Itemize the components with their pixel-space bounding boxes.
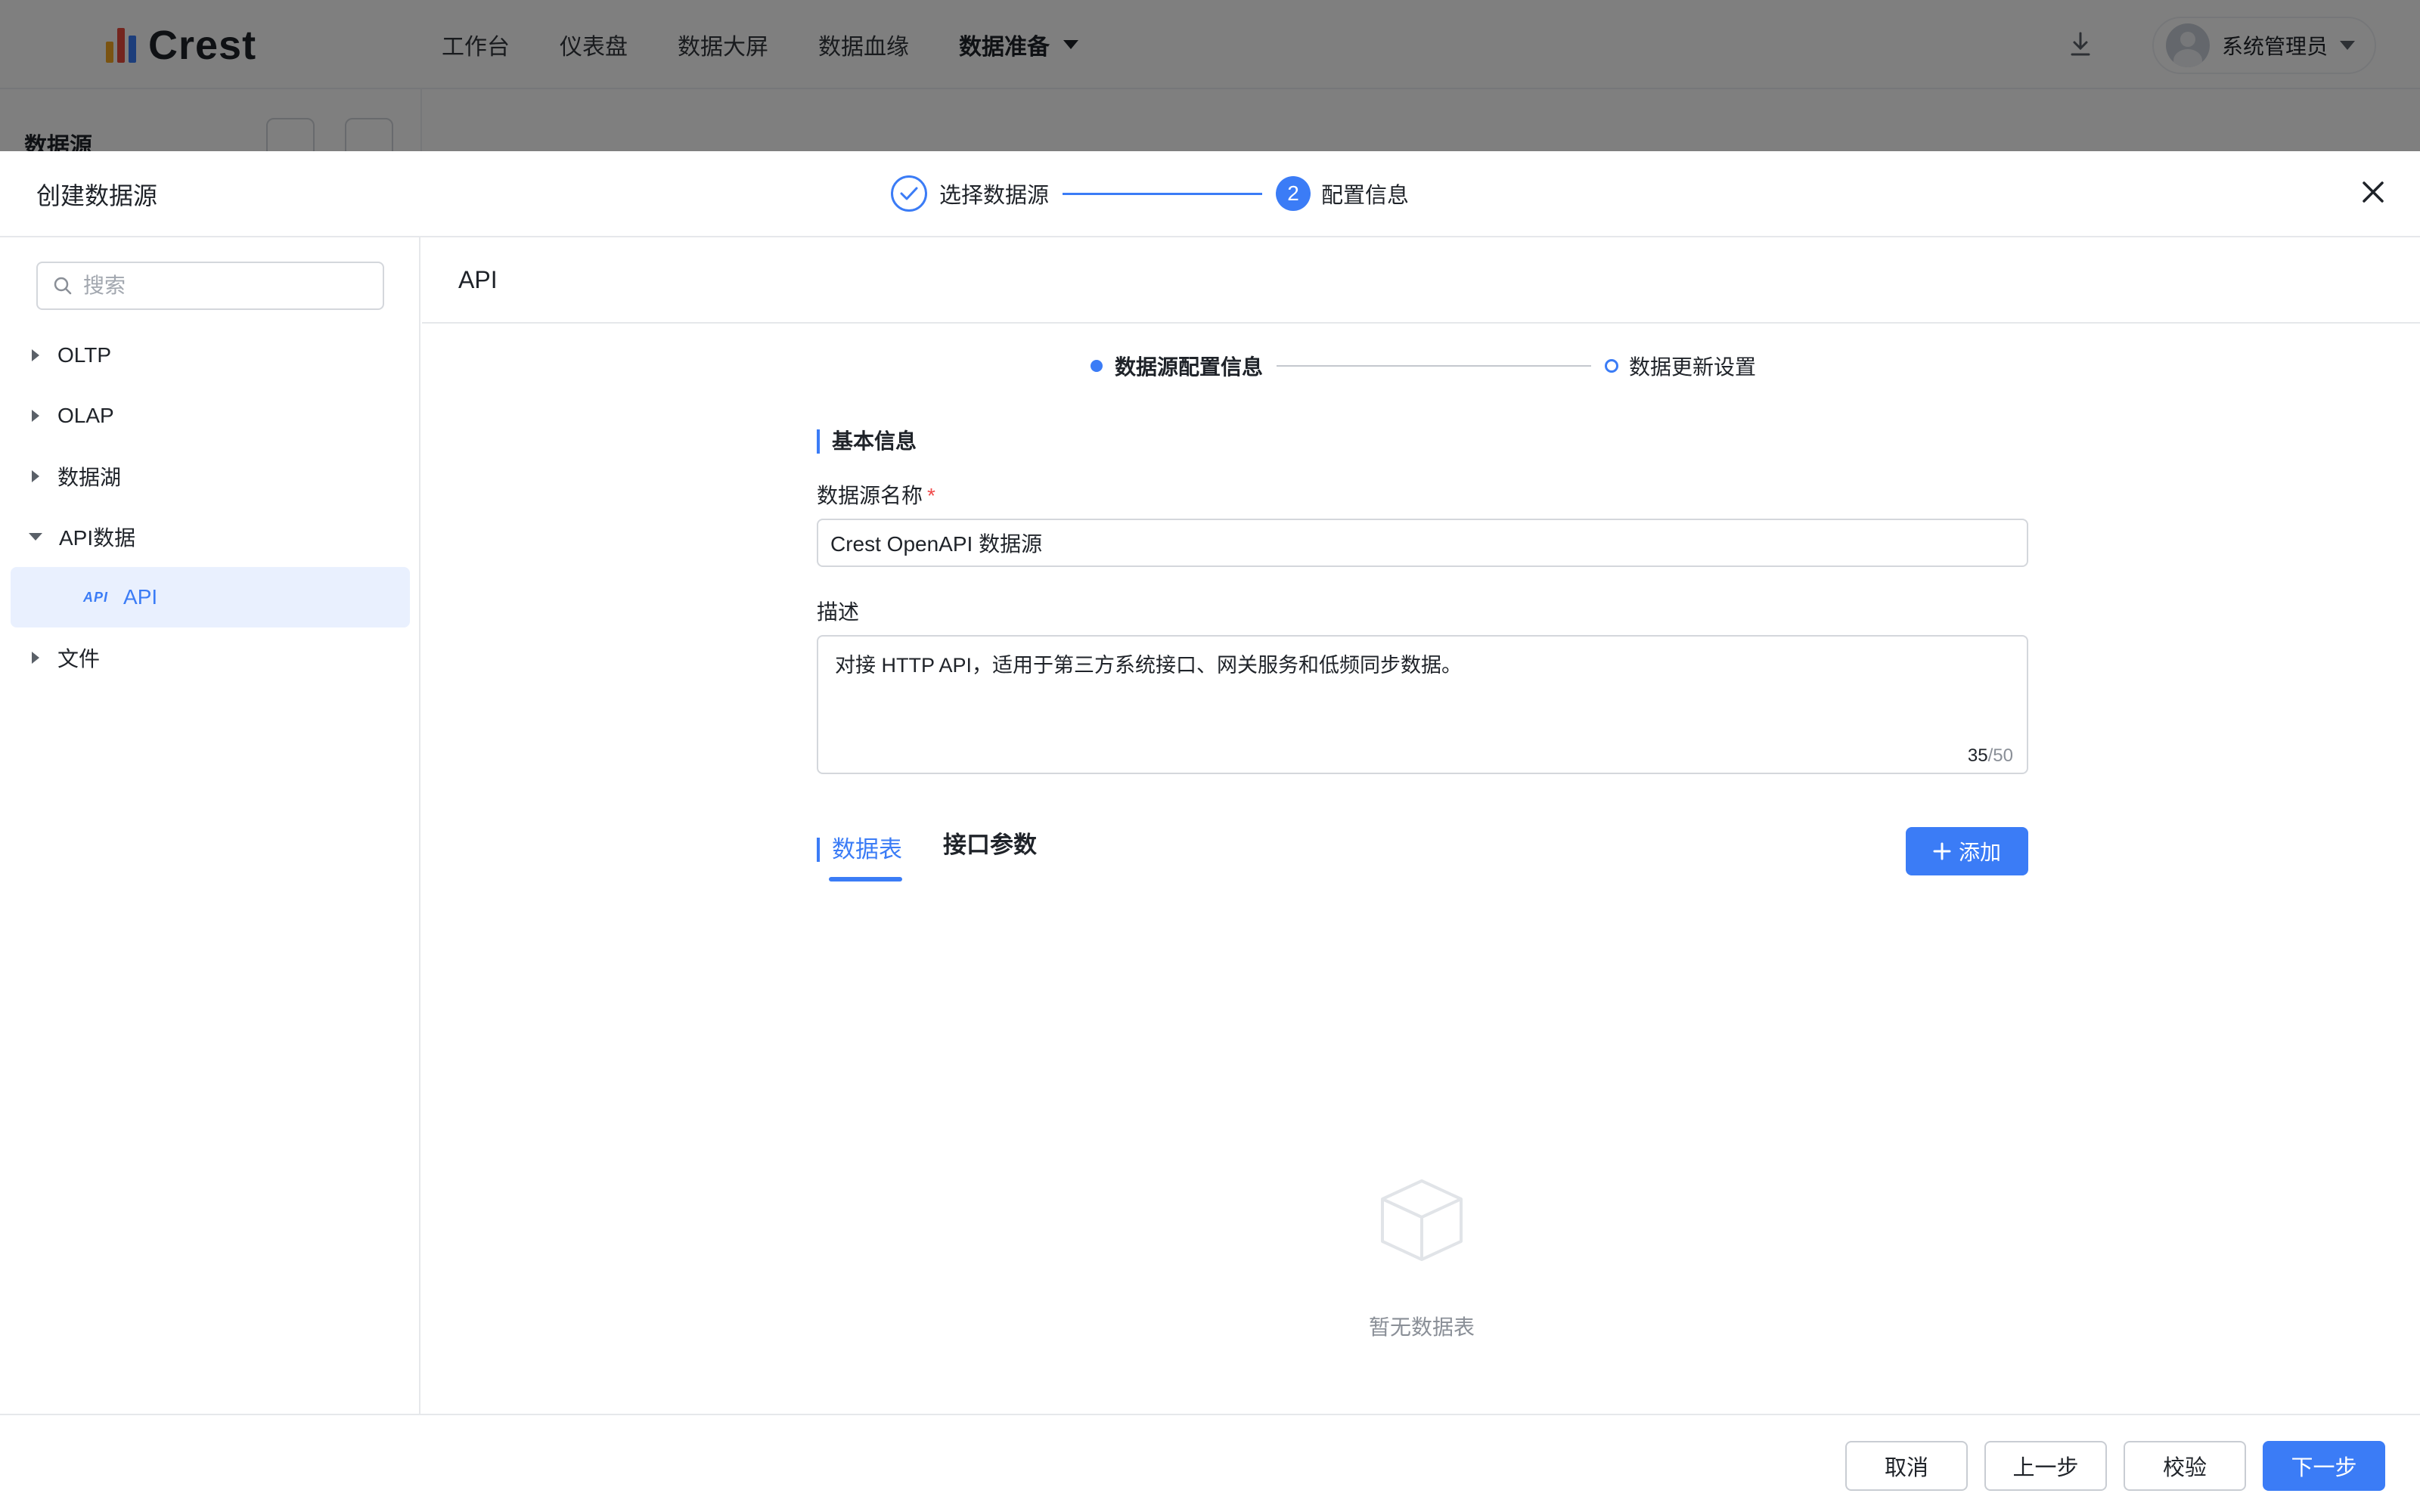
step-dot-pending <box>1605 359 1619 373</box>
verify-button[interactable]: 校验 <box>2124 1441 2246 1491</box>
description-textarea[interactable]: 对接 HTTP API，适用于第三方系统接口、网关服务和低频同步数据。 <box>818 637 2027 742</box>
config-panel: API 数据源配置信息 数据更新设置 基本信息 数据源名称* 描述 对接 HTT… <box>422 237 2420 1414</box>
tree-item-olap[interactable]: OLAP <box>11 386 410 446</box>
step-number-badge: 2 <box>1276 176 1311 211</box>
prev-step-button[interactable]: 上一步 <box>1984 1441 2107 1491</box>
datasource-name-input[interactable] <box>817 519 2028 567</box>
search-input[interactable] <box>83 274 371 298</box>
tree-item-api[interactable]: API API <box>11 567 410 627</box>
config-substeps: 数据源配置信息 数据更新设置 <box>1091 351 1756 381</box>
char-max: /50 <box>1987 745 2013 766</box>
tree-item-label: API数据 <box>59 526 136 550</box>
tree-item-label: API <box>123 585 158 609</box>
step-select-datasource: 选择数据源 <box>939 184 1050 208</box>
drawer-header: 创建数据源 选择数据源 2 配置信息 <box>0 151 2420 237</box>
tree-item-api-data[interactable]: API数据 <box>11 507 410 567</box>
substep-update-settings[interactable]: 数据更新设置 <box>1629 351 1756 381</box>
add-table-button[interactable]: 添加 <box>1906 827 2028 875</box>
caret-right-icon <box>32 470 39 482</box>
drawer-title: 创建数据源 <box>36 182 158 209</box>
empty-state-text: 暂无数据表 <box>1368 1315 1475 1339</box>
step-config-info: 配置信息 <box>1321 184 1410 208</box>
tree-item-label: OLTP <box>57 343 112 367</box>
search-box[interactable] <box>36 262 384 310</box>
empty-box-icon <box>1381 1179 1463 1261</box>
tree-item-label: 文件 <box>57 647 101 671</box>
add-button-label: 添加 <box>1958 841 2001 864</box>
create-datasource-drawer: 创建数据源 选择数据源 2 配置信息 OLTP <box>0 151 2420 1512</box>
config-tabs: 数据表 接口参数 <box>817 830 1067 881</box>
tab-data-tables[interactable]: 数据表 <box>817 838 902 881</box>
tree-item-label: 数据湖 <box>57 466 122 489</box>
config-panel-title: API <box>458 266 498 293</box>
char-count: 35 <box>1967 745 1988 766</box>
datasource-type-panel: OLTP OLAP 数据湖 API数据 API API 文件 <box>0 237 420 1414</box>
name-label-text: 数据源名称 <box>817 484 923 507</box>
substep-connector <box>1277 365 1592 367</box>
datasource-tree: OLTP OLAP 数据湖 API数据 API API 文件 <box>11 325 410 688</box>
caret-right-icon <box>32 652 39 664</box>
next-step-button[interactable]: 下一步 <box>2263 1441 2385 1491</box>
tree-item-file[interactable]: 文件 <box>11 627 410 688</box>
cancel-button[interactable]: 取消 <box>1845 1441 1968 1491</box>
check-icon <box>891 175 927 212</box>
caret-down-icon <box>29 533 42 541</box>
section-title: 基本信息 <box>817 429 917 454</box>
caret-right-icon <box>32 410 39 422</box>
step-connector <box>1063 192 1263 195</box>
name-field-label: 数据源名称 * <box>817 479 935 510</box>
wizard-steps: 选择数据源 2 配置信息 <box>891 174 1409 213</box>
plus-icon <box>1933 842 1951 860</box>
tree-item-label: OLAP <box>57 404 114 427</box>
caret-right-icon <box>32 349 39 361</box>
tree-item-data-lake[interactable]: 数据湖 <box>11 446 410 507</box>
step-dot-active <box>1091 360 1103 372</box>
tab-api-params[interactable]: 接口参数 <box>932 830 1037 869</box>
required-marker: * <box>927 484 935 507</box>
config-panel-header: API <box>422 237 2420 324</box>
drawer-footer: 取消 上一步 校验 下一步 <box>0 1414 2420 1512</box>
close-icon[interactable] <box>2358 177 2388 207</box>
modal-overlay[interactable] <box>0 0 2420 151</box>
desc-field-label: 描述 <box>817 600 860 624</box>
description-field[interactable]: 对接 HTTP API，适用于第三方系统接口、网关服务和低频同步数据。 35/5… <box>817 635 2028 774</box>
char-counter: 35/50 <box>1968 745 2013 767</box>
search-icon <box>54 277 72 295</box>
substep-config[interactable]: 数据源配置信息 <box>1115 351 1263 381</box>
tree-item-oltp[interactable]: OLTP <box>11 325 410 386</box>
api-icon: API <box>83 589 109 605</box>
